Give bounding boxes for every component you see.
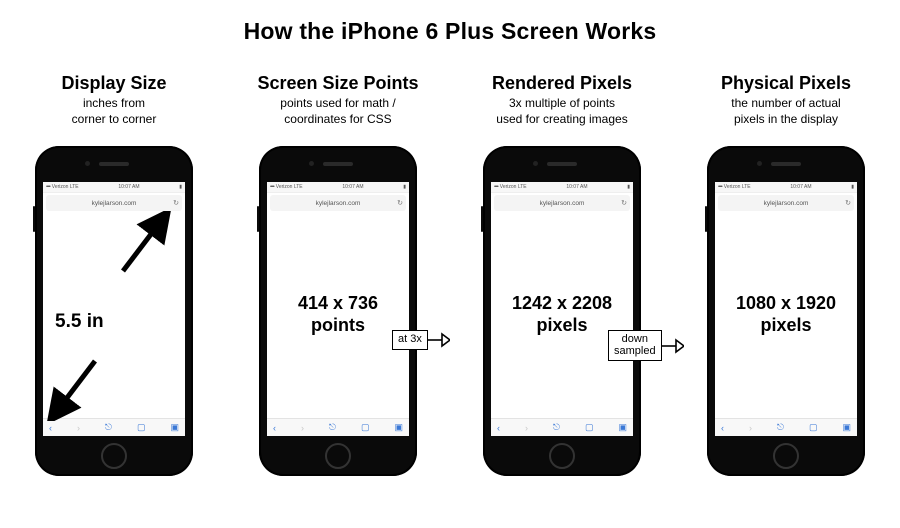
tabs-icon: ▣ bbox=[618, 422, 627, 433]
address-bar: kylejlarson.com ↻ bbox=[718, 195, 854, 211]
diagram-row: Display Size inches from corner to corne… bbox=[0, 73, 900, 476]
col-rendered-pixels: Rendered Pixels 3x multiple of points us… bbox=[476, 73, 648, 476]
tabs-icon: ▣ bbox=[842, 422, 851, 433]
home-button bbox=[773, 443, 799, 469]
address-bar: kylejlarson.com ↻ bbox=[270, 195, 406, 211]
connector-label: down sampled bbox=[608, 330, 662, 361]
col-display-size: Display Size inches from corner to corne… bbox=[28, 73, 200, 476]
home-button bbox=[325, 443, 351, 469]
col-heading: Rendered Pixels bbox=[492, 73, 632, 94]
share-icon: ⎋ bbox=[105, 422, 112, 433]
back-icon: ‹ bbox=[49, 423, 52, 433]
share-icon: ⎋ bbox=[777, 422, 784, 433]
safari-toolbar: ‹ › ⎋ ▢ ▣ bbox=[491, 418, 633, 436]
main-value: 5.5 in bbox=[55, 311, 104, 334]
phone-mockup: ••••• Verizon LTE 10:07 AM ▮ kylejlarson… bbox=[707, 146, 865, 476]
bookmarks-icon: ▢ bbox=[137, 422, 146, 433]
tabs-icon: ▣ bbox=[170, 422, 179, 433]
status-bar: ••••• Verizon LTE 10:07 AM ▮ bbox=[491, 182, 633, 193]
forward-icon: › bbox=[525, 423, 528, 433]
share-icon: ⎋ bbox=[553, 422, 560, 433]
bookmarks-icon: ▢ bbox=[585, 422, 594, 433]
safari-toolbar: ‹ › ⎋ ▢ ▣ bbox=[715, 418, 857, 436]
share-icon: ⎋ bbox=[329, 422, 336, 433]
reload-icon: ↻ bbox=[621, 199, 627, 207]
phone-mockup: ••••• Verizon LTE 10:07 AM ▮ kylejlarson… bbox=[259, 146, 417, 476]
forward-icon: › bbox=[301, 423, 304, 433]
address-bar: kylejlarson.com ↻ bbox=[494, 195, 630, 211]
page-title: How the iPhone 6 Plus Screen Works bbox=[0, 18, 900, 45]
col-heading: Physical Pixels bbox=[721, 73, 851, 94]
bookmarks-icon: ▢ bbox=[361, 422, 370, 433]
address-bar: kylejlarson.com ↻ bbox=[46, 195, 182, 211]
phone-mockup: ••••• Verizon LTE 10:07 AM ▮ kylejlarson… bbox=[483, 146, 641, 476]
col-subheading: 3x multiple of points used for creating … bbox=[496, 96, 627, 128]
back-icon: ‹ bbox=[497, 423, 500, 433]
forward-icon: › bbox=[77, 423, 80, 433]
col-heading: Screen Size Points bbox=[257, 73, 418, 94]
col-heading: Display Size bbox=[61, 73, 166, 94]
reload-icon: ↻ bbox=[845, 199, 851, 207]
col-subheading: inches from corner to corner bbox=[72, 96, 157, 128]
main-value: 1242 x 2208 pixels bbox=[512, 293, 612, 336]
back-icon: ‹ bbox=[721, 423, 724, 433]
status-bar: ••••• Verizon LTE 10:07 AM ▮ bbox=[43, 182, 185, 193]
tabs-icon: ▣ bbox=[394, 422, 403, 433]
status-bar: ••••• Verizon LTE 10:07 AM ▮ bbox=[715, 182, 857, 193]
safari-toolbar: ‹ › ⎋ ▢ ▣ bbox=[267, 418, 409, 436]
home-button bbox=[101, 443, 127, 469]
phone-mockup: ••••• Verizon LTE 10:07 AM ▮ kylejlarson… bbox=[35, 146, 193, 476]
arrow-right-icon bbox=[662, 338, 684, 354]
col-screen-points: Screen Size Points points used for math … bbox=[252, 73, 424, 476]
reload-icon: ↻ bbox=[173, 199, 179, 207]
back-icon: ‹ bbox=[273, 423, 276, 433]
connector-at-3x: at 3x bbox=[392, 330, 450, 350]
connector-downsampled: down sampled bbox=[608, 330, 684, 361]
main-value: 414 x 736 points bbox=[298, 293, 378, 336]
arrow-right-icon bbox=[428, 332, 450, 348]
col-subheading: the number of actual pixels in the displ… bbox=[731, 96, 840, 128]
reload-icon: ↻ bbox=[397, 199, 403, 207]
forward-icon: › bbox=[749, 423, 752, 433]
col-subheading: points used for math / coordinates for C… bbox=[280, 96, 395, 128]
status-bar: ••••• Verizon LTE 10:07 AM ▮ bbox=[267, 182, 409, 193]
home-button bbox=[549, 443, 575, 469]
col-physical-pixels: Physical Pixels the number of actual pix… bbox=[700, 73, 872, 476]
main-value: 1080 x 1920 pixels bbox=[736, 293, 836, 336]
connector-label: at 3x bbox=[392, 330, 428, 350]
bookmarks-icon: ▢ bbox=[809, 422, 818, 433]
